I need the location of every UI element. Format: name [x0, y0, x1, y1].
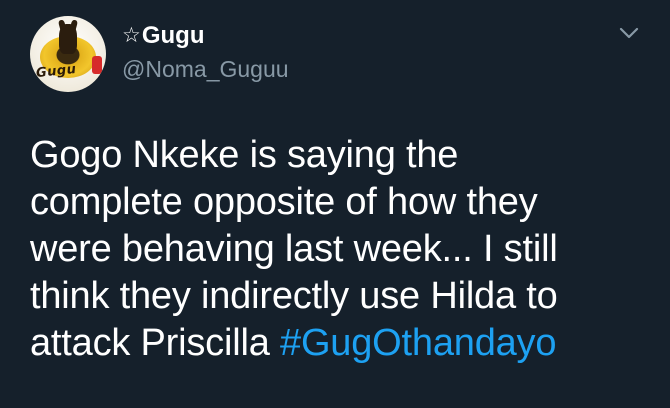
avatar[interactable]: Gugu	[30, 16, 106, 92]
tweet-text-line: attack Priscilla #GugOthandayo	[30, 320, 640, 367]
display-name-text: Gugu	[141, 22, 205, 49]
avatar-accent-graphic	[92, 56, 102, 74]
tweet-header: Gugu ☆ Gugu @Noma_Guguu	[30, 14, 640, 106]
tweet-text: Gogo Nkeke is saying the complete opposi…	[30, 132, 640, 367]
hashtag-link[interactable]: #GugOthandayo	[280, 322, 556, 364]
user-handle[interactable]: @Noma_Guguu	[122, 54, 289, 84]
tweet-text-line: think they indirectly use Hilda to	[30, 275, 558, 317]
author-names: ☆ Gugu @Noma_Guguu	[122, 14, 289, 84]
chevron-down-icon[interactable]	[618, 22, 640, 44]
tweet-text-line: were behaving last week... I still	[30, 228, 558, 270]
avatar-dog-graphic	[59, 24, 77, 54]
star-icon: ☆	[122, 24, 141, 47]
tweet-text-segment: attack Priscilla	[30, 322, 281, 364]
tweet-text-line: complete opposite of how they	[30, 181, 538, 223]
tweet-text-line: Gogo Nkeke is saying the	[30, 134, 459, 176]
avatar-logo-text: Gugu	[35, 61, 78, 82]
display-name[interactable]: ☆ Gugu	[122, 22, 289, 50]
tweet-card: Gugu ☆ Gugu @Noma_Guguu Gogo Nkeke is sa…	[0, 0, 670, 408]
